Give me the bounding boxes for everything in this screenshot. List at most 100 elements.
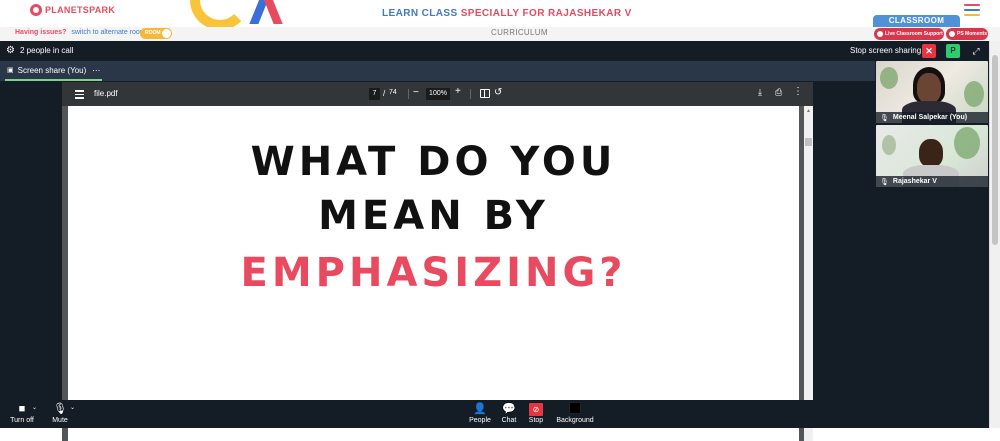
menu-line	[75, 97, 84, 99]
chat-icon: 💬	[502, 403, 516, 415]
zoom-in-icon[interactable]: +	[455, 86, 461, 97]
expand-icon[interactable]: ⤢	[969, 44, 983, 58]
print-icon[interactable]: ⎙	[775, 87, 782, 98]
menu-line	[75, 93, 84, 95]
menu-icon[interactable]	[75, 90, 84, 101]
participant-tile[interactable]: 🎙 Meenal Salpekar (You)	[876, 61, 988, 123]
background-icon	[569, 402, 581, 414]
microphone-icon: 🎙	[880, 114, 889, 122]
file-name: file.pdf	[94, 89, 118, 98]
chat-label: Chat	[501, 417, 517, 424]
people-label: People	[469, 417, 491, 424]
people-count: 2 people in call	[20, 46, 74, 55]
slide-title-line-1: WHAT DO YOU	[250, 139, 617, 185]
page-separator: /	[383, 89, 386, 98]
slide-title-line-2: MEAN BY	[318, 193, 549, 239]
fit-page-icon[interactable]	[480, 89, 490, 98]
participant-name-strip: 🎙 Rajashekar V	[876, 176, 988, 187]
logo-text: PLANETSPARK	[45, 5, 116, 15]
mute-button[interactable]: 🎙 Mute	[50, 402, 70, 426]
page-scrollbar[interactable]	[989, 41, 1000, 428]
page-scroll-thumb[interactable]	[992, 55, 998, 245]
issue-bar: Having issues? switch to alternate room …	[0, 27, 1000, 41]
stop-share-button[interactable]: ⊘ Stop	[526, 402, 546, 426]
camera-options-chevron-icon[interactable]: ⌄	[32, 404, 37, 411]
chat-button[interactable]: 💬 Chat	[499, 402, 519, 426]
background-label: Background	[556, 417, 594, 424]
decorative-stripe-red	[262, 0, 283, 24]
background-button[interactable]: Background	[554, 402, 596, 426]
more-vertical-icon[interactable]: ⋮	[793, 86, 803, 97]
participant-name: Rajashekar V	[892, 178, 937, 185]
more-options-icon[interactable]: ⋯	[92, 66, 100, 75]
live-support-button[interactable]: Live Classroom Support	[874, 28, 944, 40]
menu-line	[964, 4, 980, 6]
gear-icon[interactable]: ⚙	[6, 46, 15, 56]
participant-name-strip: 🎙 Meenal Salpekar (You)	[876, 112, 988, 123]
background-plant	[880, 67, 898, 89]
hamburger-menu-icon[interactable]	[964, 4, 980, 19]
brand-header: PLANETSPARK LEARN CLASS SPECIALLY FOR RA…	[0, 0, 1000, 27]
share-tab-label: Screen share (You)	[17, 65, 87, 75]
microphone-icon: 🎙	[880, 178, 889, 186]
call-controls: ■ Turn off ⌄ 🎙 Mute ⌄ 👤 People 💬 Chat ⊘ …	[0, 400, 989, 428]
zoom-out-icon[interactable]: −	[413, 87, 419, 98]
tab-screen-share[interactable]: ▣ Screen share (You) ⋯	[5, 61, 103, 81]
download-icon[interactable]: ⤓	[758, 87, 762, 98]
issue-question: Having issues?	[15, 29, 67, 36]
participant-tile[interactable]: 🎙 Rajashekar V	[876, 125, 988, 187]
background-plant	[964, 81, 984, 107]
menu-line	[964, 9, 980, 11]
share-tab-bar: ▣ Screen share (You) ⋯	[0, 61, 875, 81]
background-plant	[954, 127, 980, 159]
toolbar-divider	[470, 89, 471, 99]
monitor-icon: ▣	[7, 67, 14, 74]
participant-face	[917, 73, 941, 103]
stop-sharing-button[interactable]: ✕	[922, 44, 936, 58]
scroll-up-arrow-icon[interactable]: ▲	[804, 108, 813, 114]
room-toggle[interactable]: ROOM	[140, 28, 172, 39]
people-icon: 👤	[473, 403, 487, 415]
page-total: 74	[389, 89, 397, 96]
call-top-bar: ⚙ 2 people in call Stop screen sharing ✕…	[0, 41, 989, 61]
stop-share-icon-wrap: ⊘	[526, 402, 546, 416]
issue-text: Having issues? switch to alternate room	[15, 29, 146, 36]
people-button[interactable]: 👤 People	[468, 402, 492, 426]
decorative-arc	[190, 0, 250, 27]
participant-name: Meenal Salpekar (You)	[892, 114, 968, 121]
classroom-tab[interactable]: CLASSROOM	[873, 15, 960, 27]
planetspark-logo[interactable]: PLANETSPARK	[30, 4, 115, 16]
class-headline: LEARN CLASS SPECIALLY FOR RAJASHEKAR V	[382, 8, 632, 19]
mic-options-chevron-icon[interactable]: ⌄	[70, 404, 75, 411]
pdf-viewer: file.pdf 7 / 74 − 100% + ↺ ⤓ ⎙ ⋮ WHAT DO…	[62, 82, 813, 441]
slide-title-line-3: EMPHASIZING?	[240, 250, 627, 296]
pdf-scrollbar[interactable]: ▲	[804, 106, 813, 441]
pdf-scroll-thumb[interactable]	[805, 138, 812, 146]
room-toggle-label: ROOM	[145, 30, 161, 36]
zoom-input[interactable]: 100%	[426, 88, 450, 100]
ps-moments-button[interactable]: PS Moments	[946, 28, 988, 40]
camera-label: Turn off	[10, 417, 34, 424]
background-plant	[882, 135, 896, 155]
pdf-toolbar: file.pdf 7 / 74 − 100% + ↺ ⤓ ⎙ ⋮	[62, 82, 813, 106]
planet-logo-icon	[30, 4, 42, 16]
switch-room-link[interactable]: switch to alternate room	[71, 29, 145, 36]
stop-label: Stop	[528, 417, 544, 424]
toolbar-divider	[408, 89, 409, 99]
microphone-icon: 🎙	[53, 403, 67, 415]
curriculum-tab[interactable]: CURRICULUM	[491, 28, 548, 37]
page-number-input[interactable]: 7	[369, 88, 380, 100]
menu-line	[75, 90, 84, 92]
p-button[interactable]: P	[946, 44, 960, 58]
background-icon-wrap	[554, 402, 596, 416]
headline-part-1: LEARN CLASS	[382, 8, 461, 19]
stop-sharing-label: Stop screen sharing	[850, 46, 922, 55]
stop-share-icon: ⊘	[529, 403, 543, 416]
menu-line	[964, 14, 980, 16]
video-call-area: ⚙ 2 people in call Stop screen sharing ✕…	[0, 41, 989, 441]
headline-part-2: SPECIALLY FOR RAJASHEKAR V	[460, 8, 632, 19]
rotate-icon[interactable]: ↺	[494, 87, 502, 99]
pdf-page: WHAT DO YOU MEAN BY EMPHASIZING?	[68, 106, 799, 441]
participant-face	[919, 139, 943, 167]
mute-label: Mute	[52, 417, 68, 424]
